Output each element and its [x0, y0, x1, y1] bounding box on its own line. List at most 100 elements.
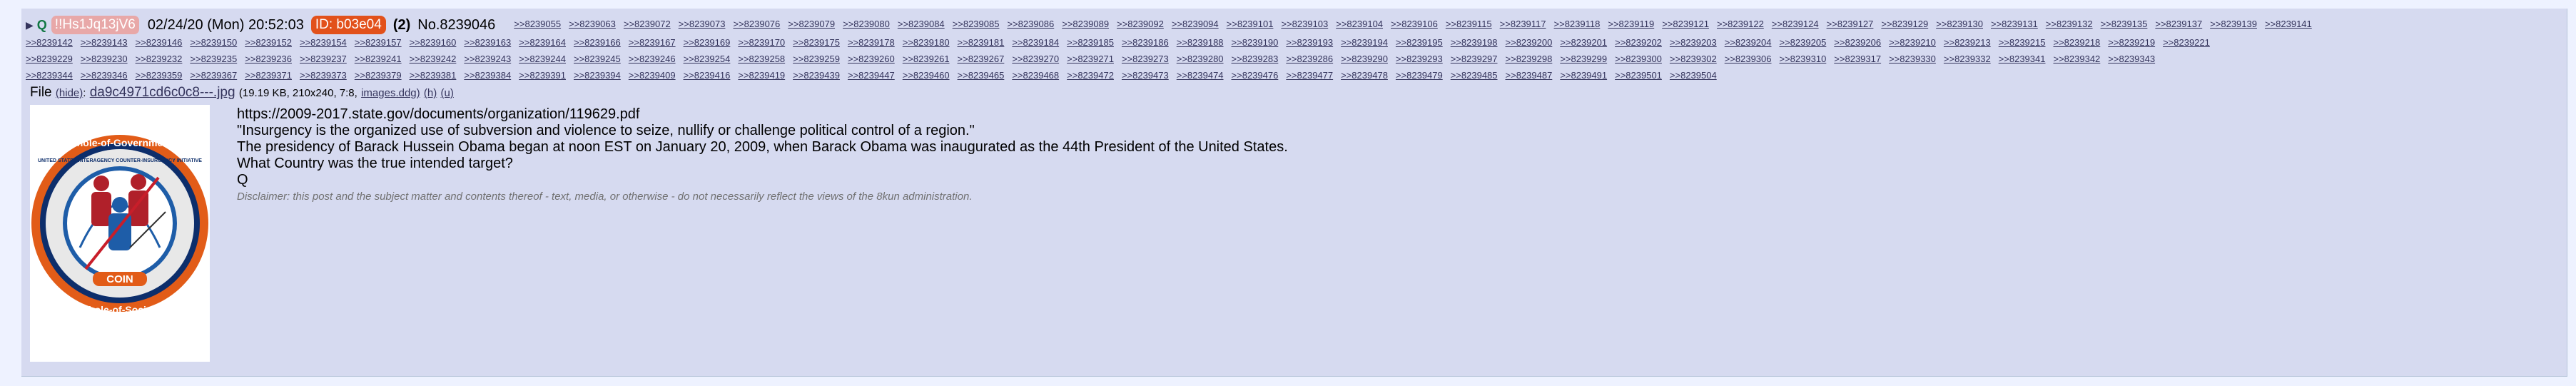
reply-link[interactable]: >>8239341 — [1999, 54, 2046, 64]
reply-link[interactable]: >>8239258 — [738, 54, 785, 64]
reply-link[interactable]: >>8239200 — [1506, 37, 1553, 48]
reply-link[interactable]: >>8239300 — [1615, 54, 1662, 64]
reply-link[interactable]: >>8239210 — [1889, 37, 1936, 48]
reply-link[interactable]: >>8239299 — [1560, 54, 1607, 64]
reply-link[interactable]: >>8239080 — [843, 19, 890, 29]
reply-link[interactable]: >>8239195 — [1396, 37, 1443, 48]
u-link[interactable]: (u) — [441, 87, 454, 99]
reply-link[interactable]: >>8239379 — [355, 70, 402, 81]
reply-link[interactable]: >>8239164 — [519, 37, 566, 48]
reply-link[interactable]: >>8239310 — [1780, 54, 1827, 64]
reply-link[interactable]: >>8239076 — [733, 19, 780, 29]
reply-link[interactable]: >>8239487 — [1506, 70, 1553, 81]
images-search-link[interactable]: images.ddg) — [361, 87, 420, 99]
reply-link[interactable]: >>8239342 — [2053, 54, 2100, 64]
reply-link[interactable]: >>8239254 — [684, 54, 731, 64]
reply-link[interactable]: >>8239232 — [136, 54, 183, 64]
reply-link[interactable]: >>8239146 — [136, 37, 183, 48]
expand-arrow-icon[interactable]: ▶ — [26, 16, 34, 34]
reply-link[interactable]: >>8239186 — [1122, 37, 1169, 48]
reply-link[interactable]: >>8239472 — [1067, 70, 1114, 81]
reply-link[interactable]: >>8239367 — [190, 70, 237, 81]
reply-link[interactable]: >>8239473 — [1122, 70, 1169, 81]
reply-link[interactable]: >>8239346 — [81, 70, 128, 81]
reply-link[interactable]: >>8239119 — [1608, 19, 1654, 29]
reply-link[interactable]: >>8239152 — [245, 37, 292, 48]
reply-link[interactable]: >>8239298 — [1506, 54, 1553, 64]
reply-link[interactable]: >>8239132 — [2046, 19, 2093, 29]
reply-link[interactable]: >>8239154 — [300, 37, 347, 48]
reply-link[interactable]: >>8239150 — [190, 37, 237, 48]
reply-link[interactable]: >>8239139 — [2210, 19, 2257, 29]
reply-link[interactable]: >>8239259 — [793, 54, 840, 64]
reply-link[interactable]: >>8239094 — [1172, 19, 1219, 29]
reply-link[interactable]: >>8239160 — [410, 37, 457, 48]
reply-link[interactable]: >>8239137 — [2155, 19, 2202, 29]
reply-link[interactable]: >>8239419 — [738, 70, 785, 81]
reply-link[interactable]: >>8239244 — [519, 54, 566, 64]
post-image-thumbnail[interactable]: COIN Whole-of-Government Whole-of-Societ… — [30, 105, 210, 362]
reply-link[interactable]: >>8239204 — [1725, 37, 1772, 48]
reply-link[interactable]: >>8239476 — [1232, 70, 1279, 81]
reply-link[interactable]: >>8239235 — [190, 54, 237, 64]
reply-link[interactable]: >>8239121 — [1662, 19, 1709, 29]
reply-link[interactable]: >>8239086 — [1007, 19, 1054, 29]
reply-link[interactable]: >>8239317 — [1834, 54, 1881, 64]
reply-link[interactable]: >>8239180 — [903, 37, 950, 48]
reply-link[interactable]: >>8239127 — [1827, 19, 1874, 29]
reply-link[interactable]: >>8239117 — [1500, 19, 1546, 29]
reply-link[interactable]: >>8239477 — [1286, 70, 1333, 81]
reply-link[interactable]: >>8239205 — [1780, 37, 1827, 48]
reply-link[interactable]: >>8239246 — [629, 54, 676, 64]
reply-link[interactable]: >>8239185 — [1067, 37, 1114, 48]
reply-link[interactable]: >>8239243 — [464, 54, 511, 64]
reply-link[interactable]: >>8239190 — [1232, 37, 1279, 48]
reply-link[interactable]: >>8239063 — [569, 19, 616, 29]
reply-link[interactable]: >>8239394 — [574, 70, 621, 81]
reply-link[interactable]: >>8239215 — [1999, 37, 2046, 48]
reply-link[interactable]: >>8239241 — [355, 54, 402, 64]
reply-link[interactable]: >>8239474 — [1177, 70, 1224, 81]
hide-file-link[interactable]: (hide) — [56, 87, 83, 99]
reply-link[interactable]: >>8239286 — [1286, 54, 1333, 64]
reply-link[interactable]: >>8239055 — [514, 19, 561, 29]
reply-link[interactable]: >>8239221 — [2163, 37, 2210, 48]
reply-link[interactable]: >>8239163 — [464, 37, 511, 48]
reply-link[interactable]: >>8239184 — [1012, 37, 1059, 48]
reply-link[interactable]: >>8239332 — [1944, 54, 1991, 64]
reply-link[interactable]: >>8239491 — [1560, 70, 1607, 81]
reply-link[interactable]: >>8239129 — [1881, 19, 1928, 29]
reply-link[interactable]: >>8239485 — [1451, 70, 1498, 81]
reply-link[interactable]: >>8239170 — [738, 37, 785, 48]
reply-link[interactable]: >>8239260 — [848, 54, 895, 64]
reply-link[interactable]: >>8239106 — [1391, 19, 1438, 29]
reply-link[interactable]: >>8239416 — [684, 70, 731, 81]
reply-link[interactable]: >>8239343 — [2108, 54, 2155, 64]
reply-link[interactable]: >>8239084 — [898, 19, 945, 29]
reply-link[interactable]: >>8239079 — [788, 19, 835, 29]
reply-link[interactable]: >>8239124 — [1772, 19, 1819, 29]
reply-link[interactable]: >>8239384 — [464, 70, 511, 81]
reply-link[interactable]: >>8239230 — [81, 54, 128, 64]
poster-id-badge[interactable]: ID: b03e04 — [310, 16, 386, 34]
tripcode-badge[interactable]: !!Hs1Jq13jV6 — [51, 16, 139, 34]
h-link[interactable]: (h) — [424, 87, 437, 99]
reply-link[interactable]: >>8239242 — [410, 54, 457, 64]
reply-link[interactable]: >>8239478 — [1341, 70, 1388, 81]
reply-link[interactable]: >>8239193 — [1286, 37, 1333, 48]
reply-link[interactable]: >>8239460 — [903, 70, 950, 81]
reply-link[interactable]: >>8239131 — [1991, 19, 2038, 29]
reply-link[interactable]: >>8239166 — [574, 37, 621, 48]
reply-link[interactable]: >>8239229 — [26, 54, 73, 64]
reply-link[interactable]: >>8239273 — [1122, 54, 1169, 64]
reply-link[interactable]: >>8239465 — [958, 70, 1005, 81]
reply-link[interactable]: >>8239245 — [574, 54, 621, 64]
reply-link[interactable]: >>8239157 — [355, 37, 402, 48]
post-number-label[interactable]: No. — [417, 16, 440, 34]
reply-link[interactable]: >>8239072 — [624, 19, 671, 29]
reply-link[interactable]: >>8239270 — [1012, 54, 1059, 64]
reply-link[interactable]: >>8239203 — [1670, 37, 1717, 48]
reply-link[interactable]: >>8239073 — [679, 19, 726, 29]
reply-link[interactable]: >>8239103 — [1281, 19, 1328, 29]
reply-link[interactable]: >>8239236 — [245, 54, 292, 64]
